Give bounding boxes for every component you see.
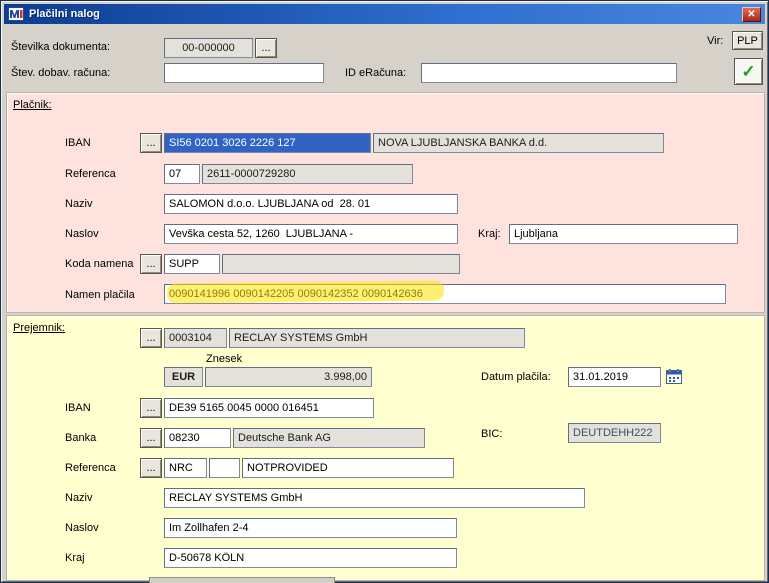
- recipient-reference-label: Referenca: [65, 462, 116, 474]
- payer-city-input[interactable]: [509, 224, 738, 244]
- recipient-city-label: Kraj: [65, 552, 85, 564]
- calendar-icon[interactable]: [665, 368, 683, 386]
- recipient-reference-check-input[interactable]: [209, 458, 240, 478]
- payment-purpose-label: Namen plačila: [65, 289, 135, 301]
- window-title: Plačilni nalog: [29, 8, 100, 20]
- payer-name-label: Naziv: [65, 198, 93, 210]
- payer-city-label: Kraj:: [478, 228, 501, 240]
- cutoff-field-partial: [149, 577, 335, 583]
- payer-address-input[interactable]: [164, 224, 458, 244]
- confirm-button[interactable]: ✓: [734, 58, 763, 85]
- payer-bank-name-field: NOVA LJUBLJANSKA BANKA d.d.: [373, 133, 664, 153]
- amount-field: 3.998,00: [205, 367, 372, 387]
- supplier-invoice-input[interactable]: [164, 63, 324, 83]
- source-plp-button[interactable]: PLP: [732, 31, 763, 50]
- payer-reference-model-input[interactable]: [164, 164, 200, 184]
- recipient-name-display-field: RECLAY SYSTEMS GmbH: [229, 328, 525, 348]
- purpose-code-desc-field: [222, 254, 460, 274]
- bank-name-field: Deutsche Bank AG: [233, 428, 425, 448]
- payer-reference-label: Referenca: [65, 168, 116, 180]
- recipient-address-input[interactable]: [164, 518, 457, 538]
- payer-name-input[interactable]: [164, 194, 458, 214]
- doc-number-browse-button[interactable]: ...: [255, 38, 277, 58]
- recipient-name-input[interactable]: [164, 488, 585, 508]
- recipient-legend: Prejemnik:: [13, 322, 65, 334]
- recipient-iban-label: IBAN: [65, 402, 91, 414]
- supplier-invoice-label: Štev. dobav. računa:: [11, 67, 111, 79]
- recipient-id-field: 0003104: [164, 328, 227, 348]
- recipient-name-label: Naziv: [65, 492, 93, 504]
- payer-address-label: Naslov: [65, 228, 99, 240]
- currency-field: EUR: [164, 367, 203, 387]
- einvoice-id-input[interactable]: [421, 63, 677, 83]
- recipient-reference-model-input[interactable]: [164, 458, 207, 478]
- einvoice-id-label: ID eRačuna:: [345, 67, 407, 79]
- amount-label: Znesek: [206, 353, 243, 365]
- bank-browse-button[interactable]: ...: [140, 428, 162, 448]
- purpose-code-label: Koda namena: [65, 258, 134, 270]
- check-icon: ✓: [741, 62, 756, 81]
- payment-order-window: Plačilni nalog ✕ Številka dokumenta: 00-…: [0, 0, 769, 583]
- payment-date-label: Datum plačila:: [481, 371, 551, 383]
- recipient-address-label: Naslov: [65, 522, 99, 534]
- payer-legend: Plačnik:: [13, 99, 52, 111]
- purpose-code-input[interactable]: [164, 254, 220, 274]
- source-label: Vir:: [707, 35, 724, 47]
- recipient-group: [6, 315, 765, 581]
- close-icon: ✕: [747, 8, 756, 20]
- recipient-reference-number-input[interactable]: [242, 458, 454, 478]
- bank-code-input[interactable]: [164, 428, 231, 448]
- payer-iban-input[interactable]: [164, 133, 371, 153]
- payer-iban-label: IBAN: [65, 137, 91, 149]
- purpose-code-browse-button[interactable]: ...: [140, 254, 162, 274]
- doc-number-label: Številka dokumenta:: [11, 41, 111, 53]
- doc-number-field: 00-000000: [164, 38, 253, 58]
- recipient-reference-browse-button[interactable]: ...: [140, 458, 162, 478]
- payer-iban-browse-button[interactable]: ...: [140, 133, 162, 153]
- recipient-browse-button[interactable]: ...: [140, 328, 162, 348]
- bank-label: Banka: [65, 432, 97, 444]
- recipient-iban-input[interactable]: [164, 398, 374, 418]
- recipient-city-input[interactable]: [164, 548, 457, 568]
- recipient-iban-browse-button[interactable]: ...: [140, 398, 162, 418]
- titlebar: Plačilni nalog ✕: [4, 4, 765, 24]
- payment-date-input[interactable]: [568, 367, 661, 387]
- bic-field: DEUTDEHH222: [568, 423, 661, 443]
- close-button[interactable]: ✕: [742, 6, 761, 22]
- payer-reference-number-field: 2611-0000729280: [202, 164, 413, 184]
- bic-label: BIC:: [481, 428, 503, 440]
- payment-purpose-input[interactable]: [164, 284, 726, 304]
- app-icon: [8, 6, 24, 22]
